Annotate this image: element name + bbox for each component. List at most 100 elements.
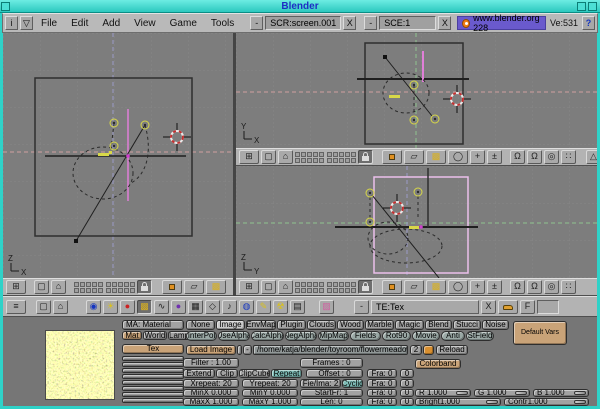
menu-file[interactable]: File bbox=[35, 18, 63, 29]
sound-buttons-icon[interactable]: ♪ bbox=[222, 300, 237, 314]
scene-delete-button[interactable]: X bbox=[438, 16, 451, 30]
plusminus-icon[interactable]: ± bbox=[487, 280, 502, 294]
fra-value-3[interactable]: 0 bbox=[400, 389, 414, 397]
texture-delete-button[interactable]: X bbox=[481, 300, 496, 314]
option-fields-button[interactable]: Fields bbox=[350, 331, 381, 341]
drawmode-menu[interactable] bbox=[162, 280, 182, 294]
extend-button[interactable]: Extend bbox=[183, 369, 215, 378]
miny-number-field[interactable]: MinY 0.000 bbox=[242, 389, 298, 397]
cyclic-button-active[interactable]: Cyclic bbox=[342, 379, 363, 388]
viewport-left[interactable]: Z X bbox=[3, 33, 233, 278]
slider-contr[interactable]: Contr1.000 bbox=[504, 398, 589, 406]
default-vars-button[interactable]: Default Vars bbox=[513, 321, 567, 345]
window-close-button[interactable] bbox=[588, 2, 597, 11]
option-calcalpha-button[interactable]: CalcAlpha bbox=[251, 331, 284, 341]
view-buttons-icon[interactable]: ◉ bbox=[86, 300, 101, 314]
path-sep-button[interactable] bbox=[237, 345, 242, 355]
screen-delete-button[interactable]: X bbox=[343, 16, 356, 30]
window-menu-button[interactable] bbox=[1, 2, 10, 11]
option-rot90-button[interactable]: Rot90 bbox=[382, 331, 411, 341]
title-bar[interactable]: Blender bbox=[0, 0, 600, 13]
offset-number-field[interactable]: Offset : 0 bbox=[306, 369, 363, 378]
home-icon[interactable]: ⌂ bbox=[278, 150, 293, 164]
plusminus-icon[interactable]: ± bbox=[487, 150, 502, 164]
option-interpol-button-active[interactable]: InterPol bbox=[186, 331, 217, 341]
option-stfield-button[interactable]: StField bbox=[466, 331, 494, 341]
repeat-button-active[interactable]: Repeat bbox=[271, 369, 302, 378]
layer-buttons[interactable] bbox=[295, 282, 356, 293]
menu-game[interactable]: Game bbox=[164, 18, 203, 29]
viewport-type-menu[interactable]: ⊞ bbox=[239, 280, 259, 294]
paint-buttons-icon[interactable]: ✎ bbox=[256, 300, 271, 314]
scene-name-field[interactable]: SCE:1 bbox=[379, 16, 436, 30]
lock-icon[interactable] bbox=[358, 150, 373, 164]
layer-buttons[interactable] bbox=[295, 152, 356, 163]
fra-value-4[interactable]: 0 bbox=[400, 398, 414, 406]
lamp-buttons-icon[interactable]: ☀ bbox=[103, 300, 118, 314]
pivot-menu[interactable]: ▩ bbox=[426, 280, 446, 294]
frames-number-field[interactable]: Frames : 0 bbox=[300, 358, 363, 368]
constraint-buttons-icon[interactable]: ◇ bbox=[205, 300, 220, 314]
startfr-number-field[interactable]: StartFr: 1 bbox=[300, 389, 363, 397]
maxy-number-field[interactable]: MaxY 1.000 bbox=[242, 398, 298, 406]
image-select-icon[interactable]: ▨ bbox=[319, 300, 334, 314]
material-buttons-icon[interactable]: ● bbox=[120, 300, 135, 314]
texture-channel-slot[interactable] bbox=[122, 392, 184, 397]
window-maximize-button[interactable] bbox=[577, 2, 586, 11]
viewport-bottom-right[interactable]: Z Y bbox=[236, 166, 597, 278]
fra-field-3[interactable]: Fra: 0 bbox=[367, 389, 397, 397]
menu-collapse-arrow-icon[interactable]: ▽ bbox=[20, 16, 33, 30]
menu-edit[interactable]: Edit bbox=[65, 18, 94, 29]
proportional-edit-icon[interactable]: ∷ bbox=[561, 280, 576, 294]
image-users-count[interactable]: 2 bbox=[410, 345, 422, 355]
edit-buttons-icon[interactable]: ▦ bbox=[188, 300, 203, 314]
menu-view[interactable]: View bbox=[128, 18, 162, 29]
texture-name-field[interactable]: TE:Tex bbox=[371, 300, 479, 314]
fra-field-2[interactable]: Fra: 0 bbox=[367, 379, 397, 388]
slider-bright[interactable]: Bright1.000 bbox=[415, 398, 501, 406]
rotate-obj-icon[interactable]: Ω bbox=[527, 150, 542, 164]
texture-channel-slot[interactable] bbox=[122, 398, 184, 403]
minx-number-field[interactable]: MinX 0.000 bbox=[183, 389, 239, 397]
world-context-button[interactable]: World bbox=[143, 331, 167, 340]
fullscreen-toggle[interactable]: ▢ bbox=[261, 150, 276, 164]
type-envmap-button[interactable]: EnvMap bbox=[246, 320, 276, 330]
auto-name-car-icon[interactable] bbox=[498, 300, 518, 314]
option-anti-button[interactable]: Anti bbox=[441, 331, 465, 341]
pack-image-icon[interactable] bbox=[423, 345, 434, 355]
texture-channel-slot[interactable] bbox=[122, 356, 184, 361]
screen-browse-button[interactable]: - bbox=[250, 16, 263, 30]
fra-value-1[interactable]: 0 bbox=[400, 369, 414, 378]
scene-browse-button[interactable]: - bbox=[364, 16, 377, 30]
maxx-number-field[interactable]: MaxX 1.000 bbox=[183, 398, 239, 406]
type-noise-button[interactable]: Noise bbox=[482, 320, 509, 330]
rotate-view-icon[interactable]: Ω bbox=[510, 150, 525, 164]
menu-add[interactable]: Add bbox=[96, 18, 126, 29]
texture-buttons-icon-active[interactable]: ▩ bbox=[137, 300, 152, 314]
translate-manipulator-icon[interactable]: + bbox=[470, 280, 485, 294]
material-name-field[interactable]: MA: Material bbox=[122, 320, 184, 330]
translate-manipulator-icon[interactable]: + bbox=[470, 150, 485, 164]
texture-browse-button[interactable]: - bbox=[354, 300, 369, 314]
fullscreen-toggle[interactable]: ▢ bbox=[34, 280, 49, 294]
type-magic-button[interactable]: Magic bbox=[395, 320, 424, 330]
viewport-type-menu[interactable]: ⊞ bbox=[239, 150, 259, 164]
load-image-button[interactable]: Load Image bbox=[186, 345, 236, 355]
window-type-menu[interactable]: ≡ bbox=[6, 300, 26, 314]
shading-menu[interactable]: ▱ bbox=[404, 280, 424, 294]
type-image-button-active[interactable]: Image bbox=[216, 320, 245, 330]
yrepeat-number-field[interactable]: Yrepeat: 20 bbox=[242, 379, 298, 388]
world-buttons-icon[interactable]: ● bbox=[171, 300, 186, 314]
option-negalpha-button[interactable]: NegAlpha bbox=[285, 331, 317, 341]
fake-user-button[interactable]: F bbox=[520, 300, 535, 314]
globe-icon[interactable]: ◯ bbox=[448, 280, 468, 294]
option-mipmap-button-active[interactable]: MipMap bbox=[318, 331, 349, 341]
type-none-button[interactable]: None bbox=[186, 320, 215, 330]
menu-tools[interactable]: Tools bbox=[205, 18, 240, 29]
fra-field-1[interactable]: Fra: 0 bbox=[367, 369, 397, 378]
filter-number-field[interactable]: Filter : 1.00 bbox=[183, 358, 239, 368]
option-movie-button[interactable]: Movie bbox=[412, 331, 440, 341]
home-icon[interactable]: ⌂ bbox=[51, 280, 66, 294]
lock-icon[interactable] bbox=[358, 280, 373, 294]
image-path-field[interactable]: /home/katja/blender/toyroom/flowermeadow… bbox=[253, 345, 408, 355]
